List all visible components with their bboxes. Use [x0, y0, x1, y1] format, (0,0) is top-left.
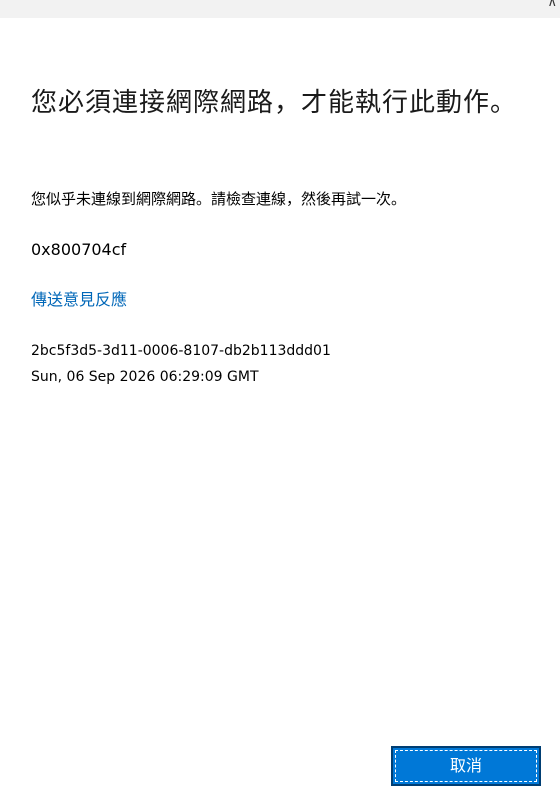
- send-feedback-link[interactable]: 傳送意見反應: [31, 288, 127, 312]
- chevron-icon[interactable]: ∧: [547, 0, 557, 9]
- error-code: 0x800704cf: [31, 240, 127, 259]
- error-message: 您似乎未連線到網際網路。請檢查連線，然後再試一次。: [31, 190, 407, 208]
- correlation-id: 2bc5f3d5-3d11-0006-8107-db2b113ddd01: [31, 343, 331, 359]
- cancel-button[interactable]: 取消: [391, 746, 541, 786]
- error-timestamp: Sun, 06 Sep 2026 06:29:09 GMT: [31, 369, 259, 385]
- error-dialog: ∧ 您必須連接網際網路，才能執行此動作。 您似乎未連線到網際網路。請檢查連線，然…: [0, 0, 560, 805]
- title-bar: ∧: [0, 0, 560, 18]
- dialog-title: 您必須連接網際網路，才能執行此動作。: [31, 88, 518, 118]
